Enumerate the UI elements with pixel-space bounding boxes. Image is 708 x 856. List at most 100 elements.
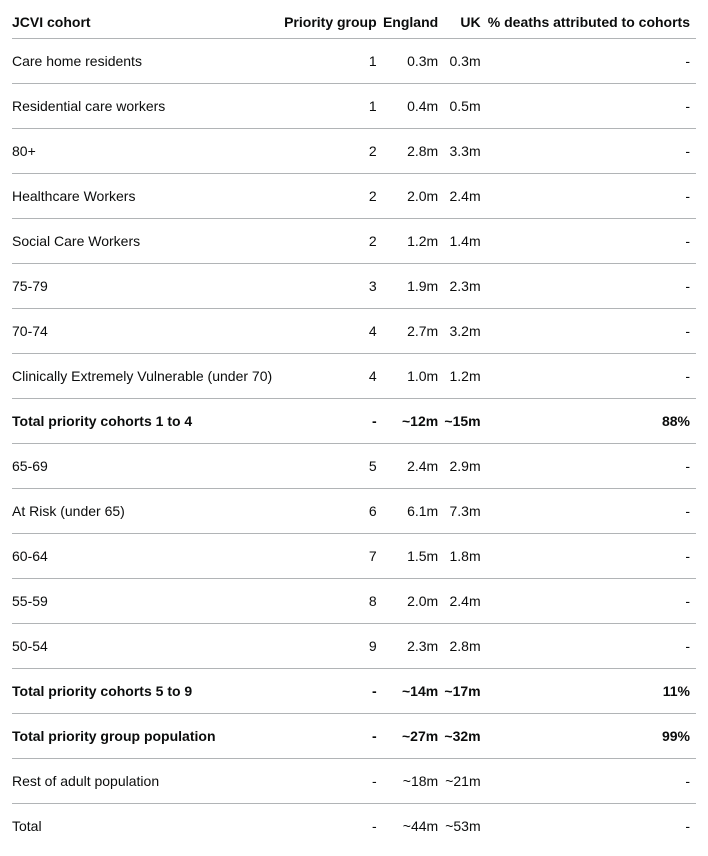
table-row: Social Care Workers21.2m1.4m-	[12, 219, 696, 264]
cell-deaths: -	[487, 39, 696, 84]
cell-priority: -	[284, 759, 383, 804]
table-row: Total priority cohorts 5 to 9-~14m~17m11…	[12, 669, 696, 714]
cell-uk: 2.4m	[444, 174, 486, 219]
cell-priority: 2	[284, 219, 383, 264]
cell-cohort: Healthcare Workers	[12, 174, 284, 219]
cell-priority: 8	[284, 579, 383, 624]
cell-deaths: -	[487, 354, 696, 399]
table-row: 75-7931.9m2.3m-	[12, 264, 696, 309]
cell-deaths: 11%	[487, 669, 696, 714]
cell-deaths: -	[487, 489, 696, 534]
header-cohort: JCVI cohort	[12, 8, 284, 39]
table-row: Total-~44m~53m-	[12, 804, 696, 849]
cell-deaths: -	[487, 219, 696, 264]
table-row: Clinically Extremely Vulnerable (under 7…	[12, 354, 696, 399]
cell-cohort: Rest of adult population	[12, 759, 284, 804]
cell-cohort: 50-54	[12, 624, 284, 669]
jcvi-cohort-table: JCVI cohort Priority group England UK % …	[12, 8, 696, 848]
cell-england: 1.0m	[383, 354, 445, 399]
cell-priority: -	[284, 669, 383, 714]
cell-deaths: -	[487, 84, 696, 129]
cell-england: 2.0m	[383, 174, 445, 219]
cell-priority: 3	[284, 264, 383, 309]
cell-cohort: 55-59	[12, 579, 284, 624]
cell-cohort: Total	[12, 804, 284, 849]
cell-england: ~27m	[383, 714, 445, 759]
cell-uk: ~32m	[444, 714, 486, 759]
cell-uk: ~17m	[444, 669, 486, 714]
cell-priority: 4	[284, 309, 383, 354]
cell-deaths: -	[487, 129, 696, 174]
table-row: Rest of adult population-~18m~21m-	[12, 759, 696, 804]
cell-priority: -	[284, 804, 383, 849]
cell-uk: 2.8m	[444, 624, 486, 669]
cell-uk: 2.4m	[444, 579, 486, 624]
cell-uk: ~21m	[444, 759, 486, 804]
table-row: Total priority group population-~27m~32m…	[12, 714, 696, 759]
cell-england: 6.1m	[383, 489, 445, 534]
cell-deaths: -	[487, 264, 696, 309]
cell-cohort: Care home residents	[12, 39, 284, 84]
cell-priority: 4	[284, 354, 383, 399]
cell-deaths: 99%	[487, 714, 696, 759]
table-row: 65-6952.4m2.9m-	[12, 444, 696, 489]
table-body: Care home residents10.3m0.3m-Residential…	[12, 39, 696, 849]
header-deaths: % deaths attributed to cohorts	[487, 8, 696, 39]
cell-uk: 1.4m	[444, 219, 486, 264]
table-header-row: JCVI cohort Priority group England UK % …	[12, 8, 696, 39]
cell-england: 2.7m	[383, 309, 445, 354]
cell-england: 0.4m	[383, 84, 445, 129]
cell-priority: 6	[284, 489, 383, 534]
header-uk: UK	[444, 8, 486, 39]
cell-uk: 2.3m	[444, 264, 486, 309]
cell-priority: 2	[284, 129, 383, 174]
cell-england: 1.9m	[383, 264, 445, 309]
cell-deaths: -	[487, 759, 696, 804]
header-priority: Priority group	[284, 8, 383, 39]
table-row: At Risk (under 65)66.1m7.3m-	[12, 489, 696, 534]
cell-cohort: 80+	[12, 129, 284, 174]
cell-deaths: -	[487, 624, 696, 669]
cell-deaths: -	[487, 534, 696, 579]
cell-deaths: -	[487, 309, 696, 354]
table-row: Residential care workers10.4m0.5m-	[12, 84, 696, 129]
table-row: 50-5492.3m2.8m-	[12, 624, 696, 669]
header-england: England	[383, 8, 445, 39]
cell-england: 2.3m	[383, 624, 445, 669]
cell-priority: 2	[284, 174, 383, 219]
cell-england: ~12m	[383, 399, 445, 444]
cell-deaths: -	[487, 579, 696, 624]
cell-england: ~18m	[383, 759, 445, 804]
cell-deaths: -	[487, 444, 696, 489]
cell-uk: 2.9m	[444, 444, 486, 489]
table-row: 60-6471.5m1.8m-	[12, 534, 696, 579]
cell-england: 2.0m	[383, 579, 445, 624]
cell-priority: -	[284, 714, 383, 759]
cell-uk: 0.5m	[444, 84, 486, 129]
cell-england: ~14m	[383, 669, 445, 714]
cell-cohort: Clinically Extremely Vulnerable (under 7…	[12, 354, 284, 399]
table-row: Healthcare Workers22.0m2.4m-	[12, 174, 696, 219]
cell-priority: 5	[284, 444, 383, 489]
cell-cohort: 65-69	[12, 444, 284, 489]
cell-england: 0.3m	[383, 39, 445, 84]
table-row: 80+22.8m3.3m-	[12, 129, 696, 174]
table-row: 70-7442.7m3.2m-	[12, 309, 696, 354]
cell-deaths: -	[487, 174, 696, 219]
cell-cohort: Residential care workers	[12, 84, 284, 129]
cell-priority: 7	[284, 534, 383, 579]
cell-uk: 1.2m	[444, 354, 486, 399]
cell-uk: 3.2m	[444, 309, 486, 354]
table-row: Total priority cohorts 1 to 4-~12m~15m88…	[12, 399, 696, 444]
cell-cohort: 60-64	[12, 534, 284, 579]
table-row: 55-5982.0m2.4m-	[12, 579, 696, 624]
cell-england: 1.2m	[383, 219, 445, 264]
cell-uk: 0.3m	[444, 39, 486, 84]
cell-uk: ~15m	[444, 399, 486, 444]
cell-cohort: 70-74	[12, 309, 284, 354]
cell-uk: ~53m	[444, 804, 486, 849]
cell-england: ~44m	[383, 804, 445, 849]
cell-priority: 1	[284, 39, 383, 84]
cell-deaths: -	[487, 804, 696, 849]
table-row: Care home residents10.3m0.3m-	[12, 39, 696, 84]
